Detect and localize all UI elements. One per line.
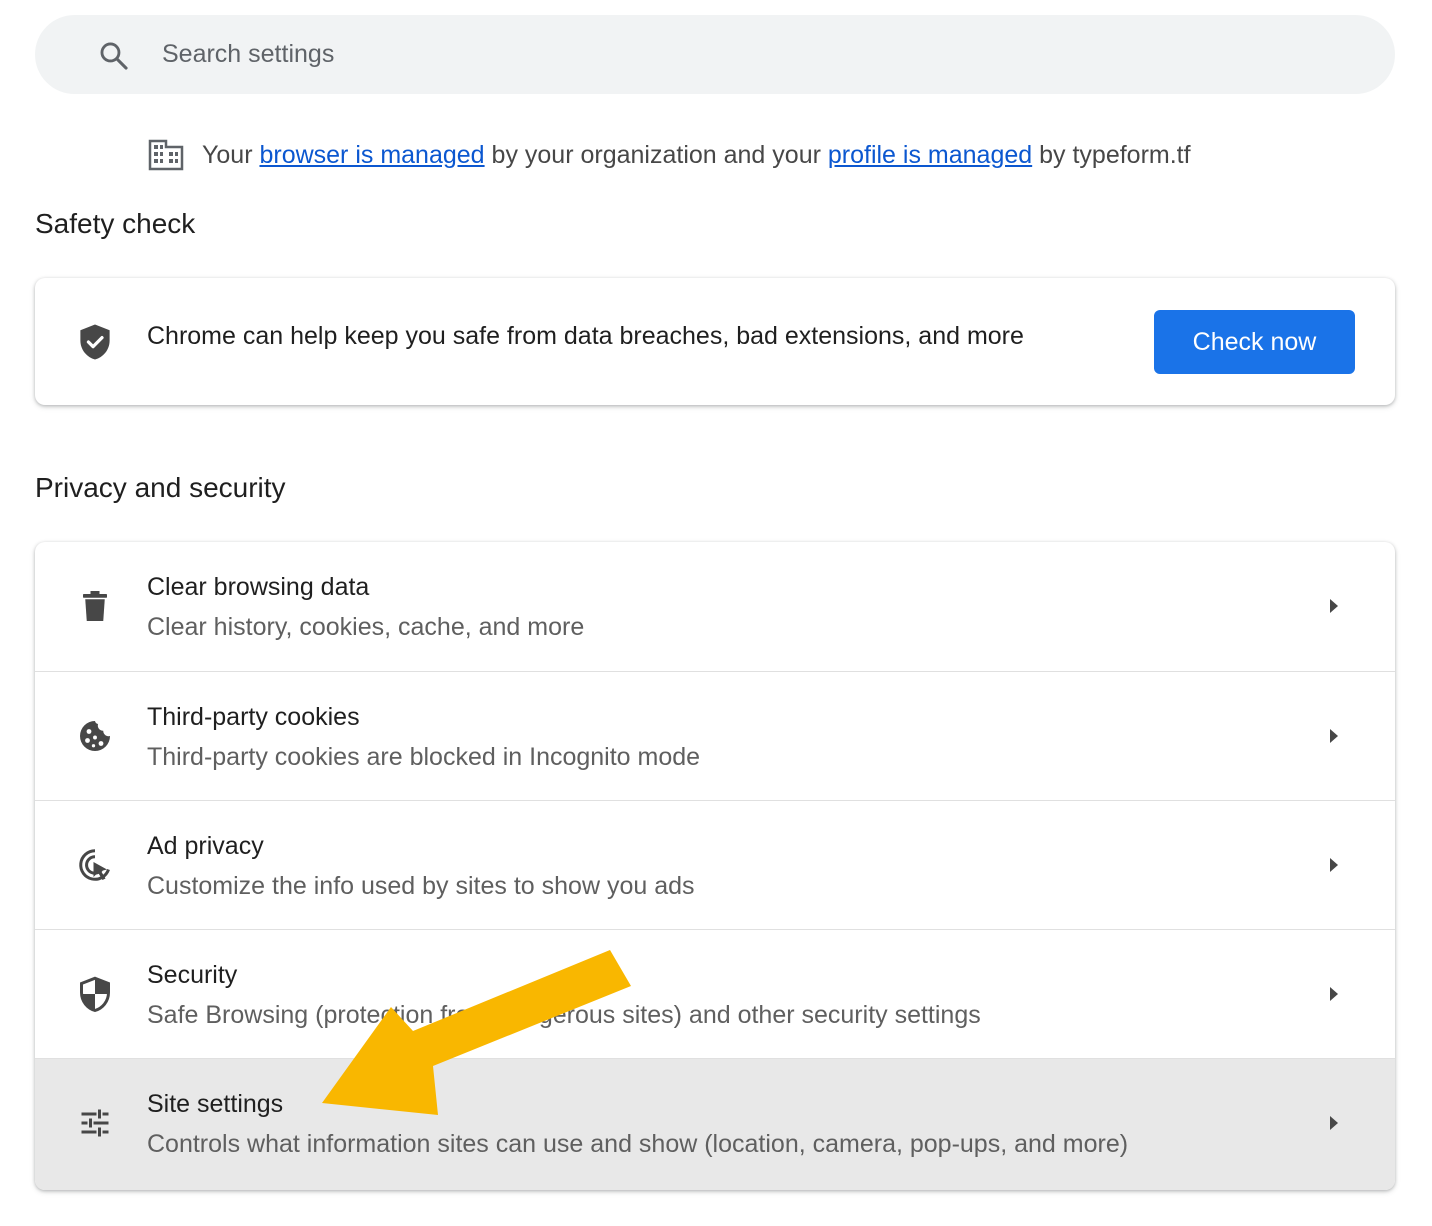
site-settings-row[interactable]: Site settings Controls what information … (35, 1058, 1395, 1190)
ad-privacy-icon (79, 849, 110, 881)
shield-check-icon (80, 324, 110, 360)
row-subtitle: Third-party cookies are blocked in Incog… (147, 743, 701, 771)
search-input[interactable] (162, 15, 1342, 94)
row-subtitle: Controls what information sites can use … (147, 1130, 1129, 1158)
safety-check-heading: Safety check (35, 208, 196, 239)
safety-check-message: Chrome can help keep you safe from data … (147, 322, 1024, 350)
check-now-button[interactable]: Check now (1154, 310, 1355, 374)
tune-sliders-icon (81, 1109, 109, 1137)
row-subtitle: Safe Browsing (protection from dangerous… (147, 1001, 981, 1029)
profile-managed-link[interactable]: profile is managed (828, 141, 1032, 170)
managed-middle: by your organization and your (491, 140, 821, 169)
privacy-security-heading: Privacy and security (35, 472, 286, 503)
chevron-right-icon (1330, 858, 1338, 872)
chevron-right-icon (1330, 987, 1338, 1001)
security-row[interactable]: Security Safe Browsing (protection from … (35, 929, 1395, 1058)
safety-check-card: Chrome can help keep you safe from data … (35, 278, 1395, 405)
managed-suffix: by typeform.tf (1039, 140, 1191, 169)
building-icon (148, 139, 184, 171)
ad-privacy-row[interactable]: Ad privacy Customize the info used by si… (35, 800, 1395, 929)
security-shield-icon (80, 976, 110, 1012)
search-icon (100, 42, 128, 70)
clear-browsing-data-row[interactable]: Clear browsing data Clear history, cooki… (35, 542, 1395, 671)
row-title: Clear browsing data (147, 573, 370, 601)
row-subtitle: Clear history, cookies, cache, and more (147, 613, 585, 641)
chevron-right-icon (1330, 729, 1338, 743)
third-party-cookies-row[interactable]: Third-party cookies Third-party cookies … (35, 671, 1395, 800)
cookie-icon (80, 721, 110, 751)
row-title: Security (147, 961, 238, 989)
managed-prefix: Your (202, 140, 253, 169)
row-title: Ad privacy (147, 832, 264, 860)
chevron-right-icon (1330, 1116, 1338, 1130)
row-subtitle: Customize the info used by sites to show… (147, 872, 695, 900)
managed-notice: Your browser is managed by your organiza… (148, 135, 1191, 175)
browser-managed-link[interactable]: browser is managed (259, 141, 484, 170)
row-title: Third-party cookies (147, 703, 360, 731)
trash-icon (83, 591, 107, 621)
search-bar[interactable] (35, 15, 1395, 94)
privacy-security-card: Clear browsing data Clear history, cooki… (35, 542, 1395, 1190)
chevron-right-icon (1330, 599, 1338, 613)
row-title: Site settings (147, 1090, 284, 1118)
